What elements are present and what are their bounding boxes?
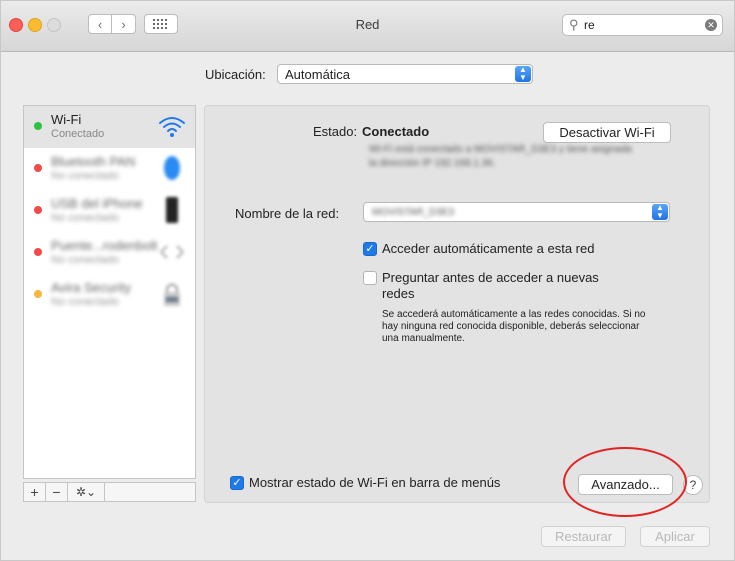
popup-arrows-icon: ▲ ▼ — [515, 66, 531, 82]
service-name: Wi-Fi — [51, 112, 82, 127]
popup-arrows-icon: ▲ ▼ — [652, 204, 668, 220]
service-name: Bluetooth PAN — [51, 154, 136, 169]
service-wifi[interactable]: Wi-Fi Conectado — [24, 106, 195, 148]
ask-join-label: Preguntar antes de acceder a nuevas — [382, 270, 599, 285]
status-dot-disconnected — [34, 248, 42, 256]
ask-join-checkbox[interactable] — [363, 271, 377, 285]
service-status: No conectado — [51, 170, 119, 182]
gear-icon[interactable]: ✲⌄ — [68, 483, 105, 501]
show-wifi-status-label: Mostrar estado de Wi-Fi en barra de menú… — [249, 475, 501, 490]
service-status: No conectado — [51, 212, 119, 224]
network-name-label: Nombre de la red: — [235, 206, 340, 221]
status-detail-text: Wi-Fi está conectado a MOVISTAR_D3E3 y t… — [369, 144, 632, 155]
help-button[interactable]: ? — [683, 475, 703, 495]
vpn-lock-icon — [164, 283, 180, 306]
status-dot-warning — [34, 290, 42, 298]
bluetooth-icon — [164, 156, 180, 180]
location-value: Automática — [285, 67, 351, 82]
status-dot-disconnected — [34, 164, 42, 172]
auto-join-label: Acceder automáticamente a esta red — [382, 241, 595, 256]
service-status: No conectado — [51, 296, 119, 308]
status-dot-connected — [34, 122, 42, 130]
revert-button[interactable]: Restaurar — [541, 526, 626, 547]
service-status: Conectado — [51, 128, 105, 140]
service-list: Wi-Fi Conectado Bluetooth PAN No conecta… — [23, 105, 196, 479]
location-popup[interactable]: Automática ▲ ▼ — [277, 64, 533, 84]
service-name: Avira Security — [51, 280, 131, 295]
advanced-button[interactable]: Avanzado... — [578, 474, 673, 495]
iphone-icon — [166, 197, 178, 223]
title-bar: ‹ › Red ⚲ ✕ — [1, 1, 734, 52]
ask-join-note: Se accederá automáticamente a las redes … — [382, 309, 646, 320]
ask-join-note-2: hay ninguna red conocida disponible, deb… — [382, 321, 640, 332]
add-service-button[interactable]: + — [24, 483, 46, 501]
network-name-popup[interactable]: MOVISTAR_D3E3 ▲ ▼ — [363, 202, 670, 222]
clear-search-icon[interactable]: ✕ — [705, 19, 717, 31]
status-label: Estado: — [313, 124, 358, 139]
ask-join-note-3: una manualmente. — [382, 333, 465, 344]
remove-service-button[interactable]: − — [46, 483, 68, 501]
status-value: Conectado — [362, 124, 430, 139]
service-list-toolbar: + − ✲⌄ — [23, 482, 196, 502]
service-name: USB del iPhone — [51, 196, 143, 211]
network-name-value: MOVISTAR_D3E3 — [372, 207, 455, 218]
search-icon: ⚲ — [569, 17, 579, 32]
wifi-settings-pane: Estado: Conectado Desactivar Wi-Fi Wi-Fi… — [204, 105, 710, 503]
status-dot-disconnected — [34, 206, 42, 214]
service-thunderbolt-bridge[interactable]: Puente...rodenbolt No conectado — [24, 232, 195, 274]
turn-off-wifi-button[interactable]: Desactivar Wi-Fi — [543, 122, 671, 143]
show-wifi-status-checkbox[interactable]: ✓ — [230, 476, 244, 490]
apply-button[interactable]: Aplicar — [640, 526, 710, 547]
search-field[interactable]: ⚲ ✕ — [562, 14, 723, 36]
search-input[interactable] — [584, 17, 694, 33]
service-avira-security[interactable]: Avira Security No conectado — [24, 274, 195, 316]
service-usb-iphone[interactable]: USB del iPhone No conectado — [24, 190, 195, 232]
wifi-icon — [159, 117, 185, 137]
service-status: No conectado — [51, 254, 119, 266]
ask-join-label-2: redes — [382, 286, 415, 301]
location-label: Ubicación: — [205, 67, 266, 82]
status-detail-text-2: la dirección IP 192.168.1.36. — [369, 158, 496, 169]
network-preferences-window: ‹ › Red ⚲ ✕ Ubicación: Automática ▲▼ Wi- — [0, 0, 735, 561]
service-bluetooth-pan[interactable]: Bluetooth PAN No conectado — [24, 148, 195, 190]
thunderbolt-bridge-icon — [160, 245, 184, 259]
auto-join-checkbox[interactable]: ✓ — [363, 242, 377, 256]
service-name: Puente...rodenbolt — [51, 238, 158, 253]
